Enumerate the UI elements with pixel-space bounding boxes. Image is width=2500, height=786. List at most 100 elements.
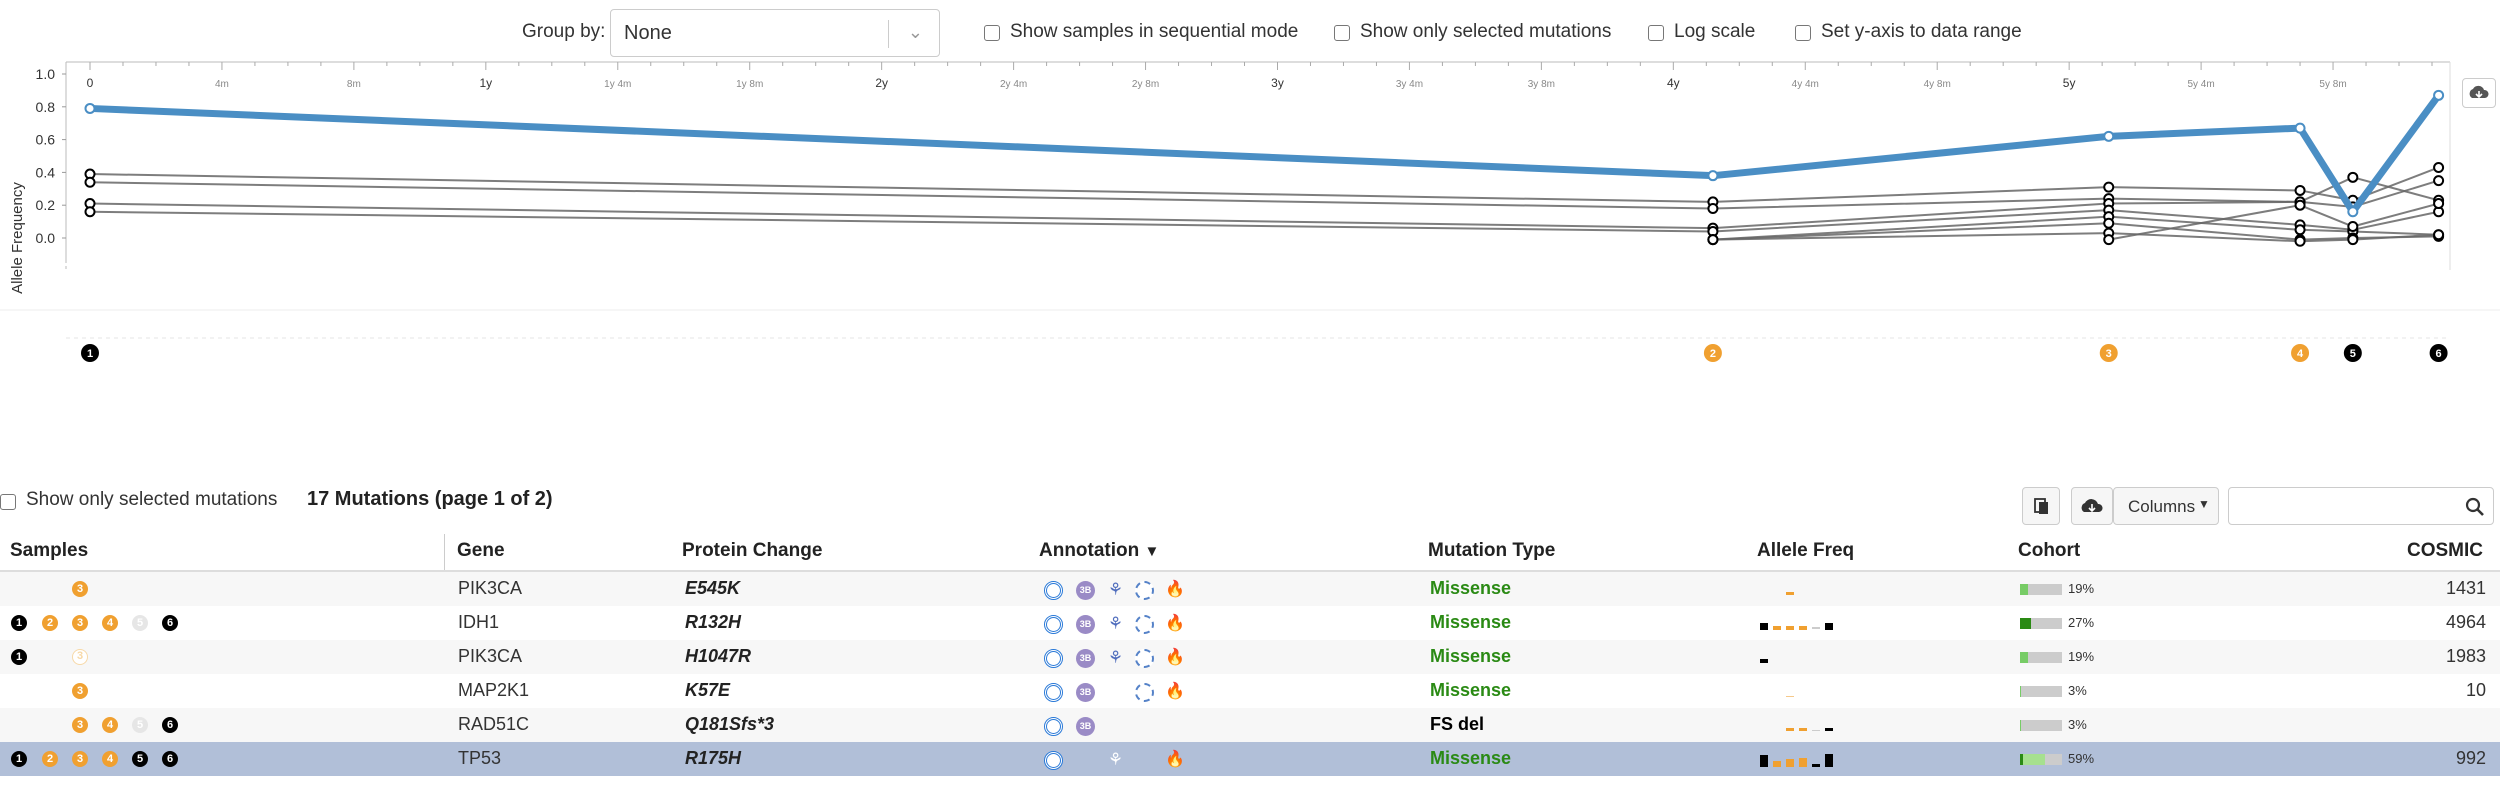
- header-gene[interactable]: Gene: [457, 540, 505, 562]
- protein-change-cell[interactable]: Q181Sfs*3: [685, 714, 774, 735]
- oncokb-level-icon[interactable]: 3B: [1076, 717, 1095, 736]
- table-row[interactable]: 3 MAP2K1 K57E 3B 🔥 Missense 3% 10: [0, 674, 2500, 708]
- table-row[interactable]: 1 3 PIK3CA H1047R 3B ⚘ 🔥 Missense 19% 19…: [0, 640, 2500, 674]
- civic-icon[interactable]: ⚘: [1106, 615, 1125, 634]
- oncokb-target-icon[interactable]: [1044, 751, 1063, 770]
- table-search-input[interactable]: [2228, 487, 2494, 525]
- cosmic-cell[interactable]: 1983: [2446, 646, 2486, 667]
- sequential-mode-checkbox[interactable]: [984, 25, 1000, 41]
- hotspot-icon[interactable]: [1135, 581, 1154, 600]
- oncokb-level-icon[interactable]: 3B: [1076, 649, 1095, 668]
- sample-dot-4[interactable]: 4: [102, 615, 118, 631]
- header-protein-change[interactable]: Protein Change: [682, 540, 822, 562]
- copy-button[interactable]: [2022, 487, 2060, 525]
- sample-dot-3[interactable]: 3: [72, 615, 88, 631]
- sample-dot-1[interactable]: 1: [11, 615, 27, 631]
- gene-cell[interactable]: IDH1: [458, 612, 499, 633]
- sample-dot-6[interactable]: 6: [162, 717, 178, 733]
- series-point: [84, 176, 96, 188]
- gene-cell[interactable]: MAP2K1: [458, 680, 529, 701]
- protein-change-cell[interactable]: H1047R: [685, 646, 751, 667]
- fire-icon[interactable]: 🔥: [1165, 581, 1185, 600]
- log-scale-checkbox[interactable]: [1648, 25, 1664, 41]
- chart-download-button[interactable]: [2462, 78, 2496, 108]
- header-cohort[interactable]: Cohort: [2018, 540, 2080, 562]
- oncokb-level-icon[interactable]: 3B: [1076, 683, 1095, 702]
- sample-dot-3[interactable]: 3: [72, 649, 88, 665]
- sample-dot-6[interactable]: 6: [162, 751, 178, 767]
- table-row[interactable]: 3 PIK3CA E545K 3B ⚘ 🔥 Missense 19% 1431: [0, 572, 2500, 606]
- fire-icon[interactable]: 🔥: [1165, 649, 1185, 668]
- fire-icon[interactable]: 🔥: [1165, 751, 1185, 770]
- allele-freq-bar: [1825, 623, 1833, 630]
- chevron-down-icon[interactable]: ⌄: [908, 22, 923, 43]
- sample-dot-1[interactable]: 1: [11, 649, 27, 665]
- sample-dot-5[interactable]: 5: [132, 717, 148, 733]
- oncokb-target-icon[interactable]: [1044, 615, 1063, 634]
- table-row-selected[interactable]: 1 2 3 4 5 6 TP53 R175H ⚘ 🔥 Missense 59% …: [0, 742, 2500, 776]
- civic-icon[interactable]: ⚘: [1106, 649, 1125, 668]
- header-cosmic[interactable]: COSMIC: [2407, 540, 2483, 562]
- cohort-percent: 27%: [2068, 615, 2095, 630]
- sample-dot-2[interactable]: 2: [42, 615, 58, 631]
- table-row[interactable]: 1 2 3 4 5 6 IDH1 R132H 3B ⚘ 🔥 Missense 2…: [0, 606, 2500, 640]
- civic-icon[interactable]: ⚘: [1106, 581, 1125, 600]
- cosmic-cell[interactable]: 10: [2466, 680, 2486, 701]
- select-separator: [888, 20, 889, 48]
- header-mutation-type[interactable]: Mutation Type: [1428, 540, 1555, 562]
- sample-dot-5[interactable]: 5: [132, 615, 148, 631]
- allele-freq-bar: [1786, 728, 1794, 731]
- group-by-value: None: [624, 22, 672, 44]
- x-minor-tick-label: 3y 4m: [1396, 79, 1423, 90]
- table-row[interactable]: 3 4 5 6 RAD51C Q181Sfs*3 3B FS del 3%: [0, 708, 2500, 742]
- header-annotation[interactable]: Annotation ▼: [1039, 540, 1159, 562]
- protein-change-cell[interactable]: K57E: [685, 680, 730, 701]
- header-allele-freq[interactable]: Allele Freq: [1757, 540, 1854, 562]
- oncokb-target-icon[interactable]: [1044, 649, 1063, 668]
- oncokb-target-icon[interactable]: [1044, 683, 1063, 702]
- fire-icon[interactable]: 🔥: [1165, 683, 1185, 702]
- sample-dot-4[interactable]: 4: [102, 717, 118, 733]
- cosmic-cell[interactable]: 992: [2456, 748, 2486, 769]
- column-divider[interactable]: [444, 534, 445, 570]
- highlight-series-point: [2433, 89, 2445, 101]
- sample-dot-3[interactable]: 3: [72, 717, 88, 733]
- columns-button[interactable]: Columns ▼: [2113, 487, 2219, 525]
- cohort-bar: [2020, 652, 2062, 663]
- sample-dot-6[interactable]: 6: [162, 615, 178, 631]
- sample-dot-3[interactable]: 3: [72, 581, 88, 597]
- protein-change-cell[interactable]: R175H: [685, 748, 741, 769]
- hotspot-icon[interactable]: [1135, 683, 1154, 702]
- protein-change-cell[interactable]: R132H: [685, 612, 741, 633]
- download-button[interactable]: [2071, 487, 2113, 525]
- highlight-series-point: [2103, 130, 2115, 142]
- cosmic-cell[interactable]: 1431: [2446, 578, 2486, 599]
- cohort-bar-fill: [2020, 720, 2022, 731]
- oncokb-level-icon[interactable]: 3B: [1076, 615, 1095, 634]
- oncokb-target-icon[interactable]: [1044, 717, 1063, 736]
- group-by-select[interactable]: None ⌄: [610, 9, 940, 57]
- sample-dot-3[interactable]: 3: [72, 683, 88, 699]
- sample-dot-2[interactable]: 2: [42, 751, 58, 767]
- gene-cell[interactable]: TP53: [458, 748, 501, 769]
- header-samples[interactable]: Samples: [10, 540, 88, 562]
- sample-dot-1[interactable]: 1: [11, 751, 27, 767]
- table-only-selected-checkbox[interactable]: [0, 494, 16, 510]
- only-selected-checkbox[interactable]: [1334, 25, 1350, 41]
- yaxis-range-checkbox[interactable]: [1795, 25, 1811, 41]
- gene-cell[interactable]: RAD51C: [458, 714, 529, 735]
- civic-icon[interactable]: ⚘: [1106, 751, 1125, 770]
- fire-icon[interactable]: 🔥: [1165, 615, 1185, 634]
- oncokb-target-icon[interactable]: [1044, 581, 1063, 600]
- hotspot-icon[interactable]: [1135, 615, 1154, 634]
- series-point: [1707, 202, 1719, 214]
- sample-dot-4[interactable]: 4: [102, 751, 118, 767]
- sample-dot-5[interactable]: 5: [132, 751, 148, 767]
- sample-dot-3[interactable]: 3: [72, 751, 88, 767]
- protein-change-cell[interactable]: E545K: [685, 578, 740, 599]
- oncokb-level-icon[interactable]: 3B: [1076, 581, 1095, 600]
- hotspot-icon[interactable]: [1135, 649, 1154, 668]
- gene-cell[interactable]: PIK3CA: [458, 646, 522, 667]
- cosmic-cell[interactable]: 4964: [2446, 612, 2486, 633]
- gene-cell[interactable]: PIK3CA: [458, 578, 522, 599]
